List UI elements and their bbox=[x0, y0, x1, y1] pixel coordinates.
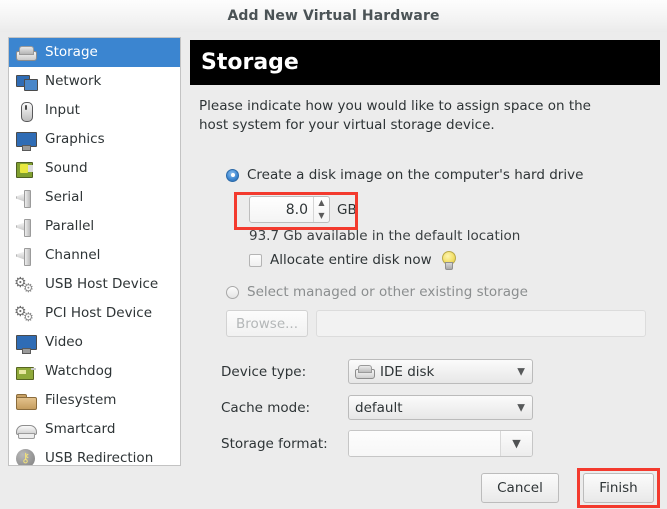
radio-create-disk-image[interactable]: Create a disk image on the computer's ha… bbox=[226, 167, 583, 183]
sidebar-item-label: Storage bbox=[45, 43, 98, 60]
stepper-up-icon[interactable]: ▲ bbox=[314, 197, 329, 210]
disk-size-spinner[interactable]: 8.0 ▲ ▼ bbox=[249, 196, 330, 223]
cache-mode-dropdown[interactable]: default ▼ bbox=[348, 395, 533, 420]
cancel-button[interactable]: Cancel bbox=[481, 473, 559, 503]
card-icon bbox=[15, 361, 37, 383]
sidebar-item-label: USB Host Device bbox=[45, 275, 159, 292]
sidebar-item-label: Serial bbox=[45, 188, 84, 205]
disk-icon bbox=[15, 42, 37, 64]
mouse-icon bbox=[15, 100, 37, 122]
disk-size-unit-label: GB bbox=[337, 201, 357, 218]
radio-select-existing-storage[interactable]: Select managed or other existing storage bbox=[226, 284, 528, 300]
radio-create-disk-image-label: Create a disk image on the computer's ha… bbox=[247, 167, 584, 183]
section-description: Please indicate how you would like to as… bbox=[199, 98, 591, 133]
storage-format-combobox[interactable]: ▼ bbox=[348, 430, 533, 457]
window-titlebar: Add New Virtual Hardware bbox=[0, 0, 667, 32]
disk-icon bbox=[355, 365, 375, 379]
allocate-entire-disk-row[interactable]: Allocate entire disk now bbox=[249, 251, 456, 270]
sidebar-item-pci-host-device[interactable]: PCI Host Device bbox=[9, 299, 180, 328]
monitor-icon bbox=[15, 332, 37, 354]
sidebar-item-label: Filesystem bbox=[45, 391, 117, 408]
sidebar-item-parallel[interactable]: Parallel bbox=[9, 212, 180, 241]
gears-icon bbox=[14, 272, 37, 299]
sidebar-item-label: Parallel bbox=[45, 217, 95, 234]
sidebar-item-serial[interactable]: Serial bbox=[9, 183, 180, 212]
monitor-icon bbox=[15, 129, 37, 151]
hardware-category-list[interactable]: Storage Network Input Graphics Sound Ser… bbox=[8, 37, 181, 466]
radio-button-indicator[interactable] bbox=[226, 168, 239, 182]
radio-select-existing-storage-label: Select managed or other existing storage bbox=[247, 284, 528, 300]
sidebar-item-channel[interactable]: Channel bbox=[9, 241, 180, 270]
sidebar-item-label: Network bbox=[45, 72, 102, 89]
disk-size-row: 8.0 ▲ ▼ GB bbox=[249, 196, 357, 223]
allocate-entire-disk-label: Allocate entire disk now bbox=[270, 252, 432, 268]
port-icon bbox=[15, 187, 37, 209]
cache-mode-row: Cache mode: default ▼ bbox=[221, 395, 533, 420]
stepper-down-icon[interactable]: ▼ bbox=[314, 210, 329, 223]
device-type-value: IDE disk bbox=[380, 363, 435, 380]
device-type-row: Device type: IDE disk ▼ bbox=[221, 359, 533, 384]
sidebar-item-watchdog[interactable]: Watchdog bbox=[9, 357, 180, 386]
usb-icon bbox=[15, 448, 37, 465]
disk-size-value[interactable]: 8.0 bbox=[250, 197, 313, 222]
cache-mode-value: default bbox=[355, 399, 403, 416]
sidebar-item-storage[interactable]: Storage bbox=[9, 38, 180, 67]
gears-icon bbox=[14, 301, 37, 328]
sidebar-item-sound[interactable]: Sound bbox=[9, 154, 180, 183]
lightbulb-icon[interactable] bbox=[440, 251, 456, 270]
network-icon bbox=[15, 71, 38, 93]
device-type-label: Device type: bbox=[221, 363, 307, 380]
sidebar-item-label: Watchdog bbox=[45, 362, 113, 379]
sidebar-item-video[interactable]: Video bbox=[9, 328, 180, 357]
sidebar-item-label: Smartcard bbox=[45, 420, 116, 437]
smartcard-icon bbox=[15, 419, 37, 441]
sidebar-item-usb-host-device[interactable]: USB Host Device bbox=[9, 270, 180, 299]
sidebar-item-label: USB Redirection bbox=[45, 449, 154, 466]
existing-storage-row: Browse... bbox=[226, 310, 646, 337]
browse-button[interactable]: Browse... bbox=[226, 310, 308, 337]
sidebar-item-network[interactable]: Network bbox=[9, 67, 180, 96]
sidebar-item-usb-redirection[interactable]: USB Redirection bbox=[9, 444, 180, 466]
sidebar-item-input[interactable]: Input bbox=[9, 96, 180, 125]
sidebar-item-label: PCI Host Device bbox=[45, 304, 153, 321]
sidebar-item-graphics[interactable]: Graphics bbox=[9, 125, 180, 154]
folder-icon bbox=[15, 390, 37, 412]
storage-path-input[interactable] bbox=[316, 310, 646, 337]
page-title: Storage bbox=[201, 50, 299, 75]
finish-button[interactable]: Finish bbox=[583, 473, 654, 503]
sidebar-item-label: Input bbox=[45, 101, 80, 118]
disk-size-stepper[interactable]: ▲ ▼ bbox=[313, 197, 329, 222]
device-type-dropdown[interactable]: IDE disk ▼ bbox=[348, 359, 533, 384]
available-space-text: 93.7 Gb available in the default locatio… bbox=[249, 228, 521, 244]
storage-format-input[interactable] bbox=[349, 431, 500, 456]
storage-format-label: Storage format: bbox=[221, 435, 328, 452]
section-banner: Storage bbox=[190, 40, 660, 85]
sidebar-item-label: Video bbox=[45, 333, 83, 350]
sidebar-item-label: Sound bbox=[45, 159, 88, 176]
sidebar-item-filesystem[interactable]: Filesystem bbox=[9, 386, 180, 415]
storage-format-row: Storage format: ▼ bbox=[221, 430, 533, 457]
window-title: Add New Virtual Hardware bbox=[227, 8, 440, 24]
port-icon bbox=[15, 245, 37, 267]
chevron-down-icon: ▼ bbox=[517, 366, 525, 377]
chevron-down-icon: ▼ bbox=[517, 402, 525, 413]
allocate-entire-disk-checkbox[interactable] bbox=[249, 253, 262, 267]
sidebar-item-label: Channel bbox=[45, 246, 101, 263]
cache-mode-label: Cache mode: bbox=[221, 399, 311, 416]
port-icon bbox=[15, 216, 37, 238]
sidebar-item-smartcard[interactable]: Smartcard bbox=[9, 415, 180, 444]
chevron-down-icon[interactable]: ▼ bbox=[500, 431, 532, 456]
radio-button-indicator[interactable] bbox=[226, 285, 239, 299]
sound-icon bbox=[15, 158, 37, 180]
sidebar-item-label: Graphics bbox=[45, 130, 105, 147]
